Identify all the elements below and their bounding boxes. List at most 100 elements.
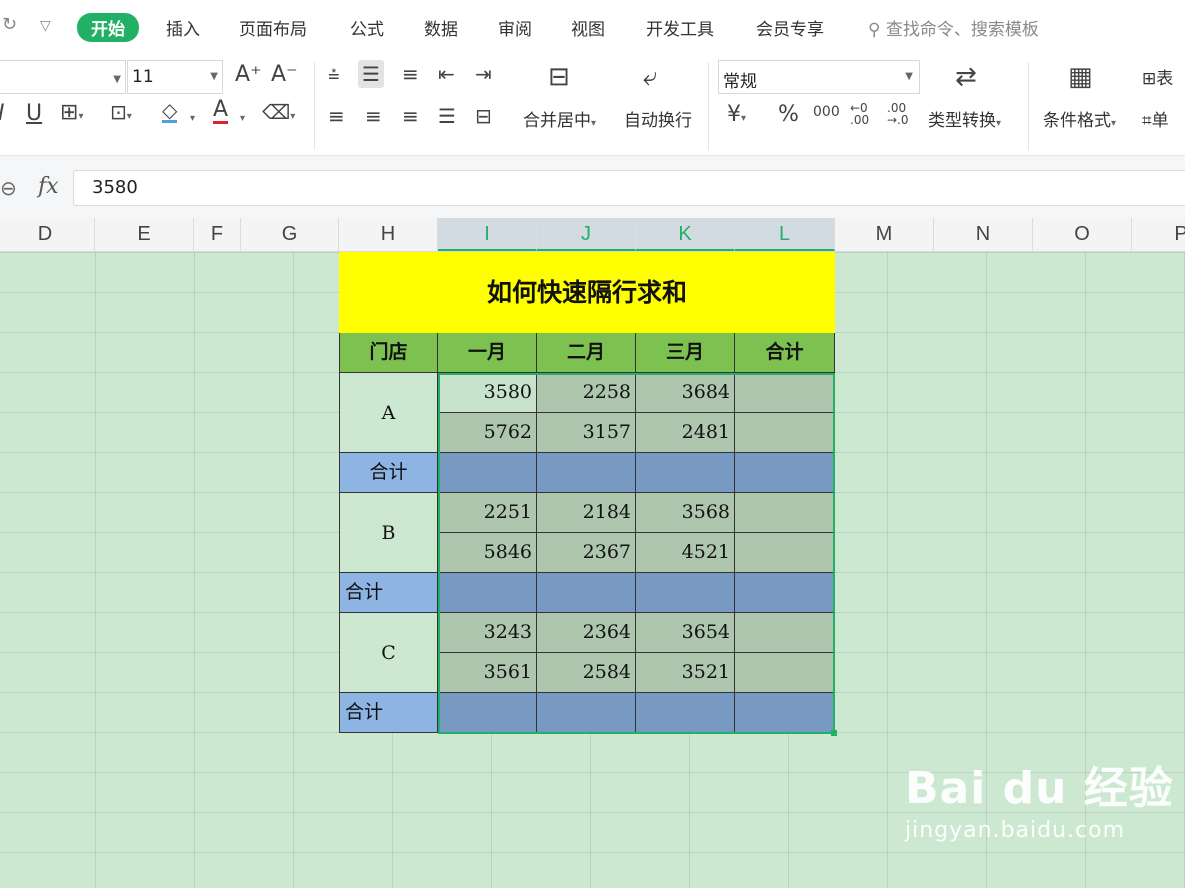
font-size-select[interactable]: 11 ▼ [127, 60, 223, 94]
chevron-down-icon[interactable]: ▾ [190, 106, 195, 125]
border-icon[interactable]: ⊞▾ [60, 100, 83, 125]
data-cell[interactable]: 2367 [537, 533, 636, 573]
type-convert-button[interactable]: 类型转换▾ [928, 106, 1001, 131]
column-header[interactable]: P [1132, 218, 1185, 251]
font-color-icon[interactable]: A [213, 99, 229, 124]
increase-decimal-button[interactable]: ←0 .00 [850, 102, 880, 126]
distribute-icon[interactable]: ⊟ [475, 104, 492, 128]
shrink-font-button[interactable]: A⁻ [271, 62, 298, 87]
data-cell[interactable]: 3561 [438, 653, 537, 693]
column-header[interactable]: N [934, 218, 1033, 251]
subtotal-cell[interactable] [735, 453, 835, 493]
command-search[interactable]: ⚲ 查找命令、搜索模板 [868, 15, 1039, 40]
subtotal-cell[interactable] [537, 693, 636, 733]
tab-view[interactable]: 视图 [571, 15, 605, 40]
table-style-button[interactable]: ⊞表 [1142, 64, 1173, 89]
align-center-icon[interactable]: ≡ [365, 104, 382, 128]
currency-button[interactable]: ¥▾ [727, 102, 746, 127]
subtotal-cell[interactable] [735, 573, 835, 613]
cell-style-icon[interactable]: ⊡▾ [110, 100, 132, 124]
subtotal-cell[interactable] [438, 453, 537, 493]
table-title[interactable]: 如何快速隔行求和 [339, 252, 835, 334]
align-bottom-icon[interactable]: ≡ [402, 62, 419, 86]
percent-button[interactable]: % [778, 102, 799, 127]
column-header[interactable]: H [339, 218, 438, 251]
subtotal-cell[interactable] [438, 693, 537, 733]
italic-button[interactable]: I [0, 101, 5, 126]
conditional-format-button[interactable]: 条件格式▾ [1043, 106, 1116, 131]
thousands-button[interactable]: 000 [813, 104, 840, 120]
total-cell[interactable] [735, 653, 835, 693]
merge-center-button[interactable]: 合并居中▾ [523, 106, 596, 131]
formula-input[interactable]: 3580 [73, 170, 1185, 206]
convert-icon[interactable]: ⇄ [955, 62, 977, 92]
align-top-icon[interactable]: ⩮ [328, 62, 340, 86]
cell-button[interactable]: ⌗单 [1142, 106, 1169, 131]
column-header[interactable]: K [636, 218, 735, 251]
data-cell[interactable]: 3157 [537, 413, 636, 453]
subtotal-cell[interactable] [636, 573, 735, 613]
wrap-icon[interactable]: ⤶ [643, 62, 658, 93]
data-cell[interactable]: 3684 [636, 373, 735, 413]
subtotal-label[interactable]: 合计 [339, 573, 438, 613]
chevron-down-icon[interactable]: ▽ [40, 18, 51, 34]
data-cell[interactable]: 3654 [636, 613, 735, 653]
merge-icon[interactable]: ⊟ [548, 62, 570, 92]
align-right-icon[interactable]: ≡ [402, 104, 419, 128]
fill-color-icon[interactable]: ◇ [162, 100, 178, 123]
subtotal-cell[interactable] [636, 693, 735, 733]
data-cell[interactable]: 5846 [438, 533, 537, 573]
total-cell[interactable] [735, 613, 835, 653]
data-cell[interactable]: 4521 [636, 533, 735, 573]
subtotal-cell[interactable] [735, 693, 835, 733]
fill-handle[interactable] [831, 730, 837, 736]
store-cell[interactable]: C [339, 613, 438, 693]
conditional-format-icon[interactable]: ▦ [1068, 62, 1093, 92]
column-header[interactable]: D [0, 218, 95, 251]
data-cell[interactable]: 2481 [636, 413, 735, 453]
tab-insert[interactable]: 插入 [166, 15, 200, 40]
data-cell[interactable]: 3568 [636, 493, 735, 533]
store-cell[interactable]: B [339, 493, 438, 573]
data-cell[interactable]: 2584 [537, 653, 636, 693]
tab-data[interactable]: 数据 [424, 15, 458, 40]
chevron-down-icon[interactable]: ▾ [240, 106, 245, 125]
store-cell[interactable]: A [339, 373, 438, 453]
data-cell[interactable]: 2184 [537, 493, 636, 533]
subtotal-label[interactable]: 合计 [339, 693, 438, 733]
align-left-icon[interactable]: ≡ [328, 104, 345, 128]
header-cell[interactable]: 门店 [339, 333, 438, 373]
redo-icon[interactable]: ↻ [2, 14, 17, 35]
total-cell[interactable] [735, 413, 835, 453]
header-cell[interactable]: 二月 [537, 333, 636, 373]
header-cell[interactable]: 三月 [636, 333, 735, 373]
underline-button[interactable]: U [26, 101, 42, 126]
column-header[interactable]: I [438, 218, 537, 251]
subtotal-cell[interactable] [438, 573, 537, 613]
total-cell[interactable] [735, 373, 835, 413]
subtotal-cell[interactable] [636, 453, 735, 493]
eraser-icon[interactable]: ⌫▾ [262, 100, 295, 124]
number-format-select[interactable]: 常规 ▼ [718, 60, 920, 94]
tab-home[interactable]: 开始 [77, 13, 139, 42]
font-name-select[interactable]: ▼ [0, 60, 126, 94]
data-cell[interactable]: 3580 [438, 373, 537, 413]
column-header[interactable]: M [835, 218, 934, 251]
column-header[interactable]: E [95, 218, 194, 251]
tab-review[interactable]: 审阅 [498, 15, 532, 40]
fx-label[interactable]: fx [38, 174, 59, 199]
tab-page-layout[interactable]: 页面布局 [239, 15, 307, 40]
subtotal-cell[interactable] [537, 573, 636, 613]
total-cell[interactable] [735, 533, 835, 573]
total-cell[interactable] [735, 493, 835, 533]
tab-developer[interactable]: 开发工具 [646, 15, 714, 40]
tab-formulas[interactable]: 公式 [350, 15, 384, 40]
data-cell[interactable]: 5762 [438, 413, 537, 453]
data-cell[interactable]: 3521 [636, 653, 735, 693]
subtotal-cell[interactable] [537, 453, 636, 493]
grow-font-button[interactable]: A⁺ [235, 62, 262, 87]
data-cell[interactable]: 2364 [537, 613, 636, 653]
align-middle-icon[interactable]: ☰ [358, 60, 384, 88]
column-header[interactable]: J [537, 218, 636, 251]
column-header[interactable]: O [1033, 218, 1132, 251]
